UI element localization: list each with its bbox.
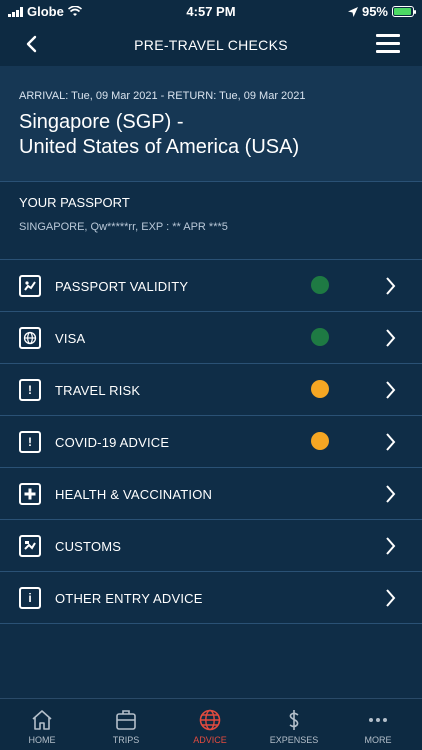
tab-more[interactable]: MORE <box>336 699 420 750</box>
visa-icon <box>19 327 41 349</box>
check-row-passport-validity[interactable]: PASSPORT VALIDITY <box>0 260 422 312</box>
route-line-2: United States of America (USA) <box>19 136 300 158</box>
battery-icon <box>392 6 416 17</box>
suitcase-icon <box>116 710 136 730</box>
travel-risk-icon: ! <box>19 379 41 401</box>
check-label: TRAVEL RISK <box>55 383 141 398</box>
more-icon <box>369 718 387 722</box>
tab-label: MORE <box>364 735 392 745</box>
check-label: CUSTOMS <box>55 539 122 554</box>
status-dot-green <box>311 328 329 346</box>
passport-section[interactable]: YOUR PASSPORT SINGAPORE, Qw*****rr, EXP … <box>0 183 422 260</box>
status-dot-amber <box>311 380 329 398</box>
nav-bar: PRE-TRAVEL CHECKS <box>0 24 422 66</box>
dollar-icon <box>289 710 299 730</box>
battery-percent: 95% <box>361 4 388 19</box>
status-right: 95% <box>347 4 416 19</box>
tab-bar: HOME TRIPS ADVICE EXPENSES MORE <box>0 698 422 750</box>
check-label: COVID-19 ADVICE <box>55 435 170 450</box>
tab-trips[interactable]: TRIPS <box>84 699 168 750</box>
globe-icon <box>199 709 221 731</box>
chevron-right-icon <box>386 381 396 399</box>
trip-summary: ARRIVAL: Tue, 09 Mar 2021 - RETURN: Tue,… <box>0 66 422 182</box>
covid-advice-icon: ! <box>19 431 41 453</box>
location-arrow-icon <box>347 6 358 17</box>
health-icon <box>19 483 41 505</box>
page-title: PRE-TRAVEL CHECKS <box>134 37 288 53</box>
passport-validity-icon <box>19 275 41 297</box>
home-icon <box>32 710 52 730</box>
customs-icon <box>19 535 41 557</box>
chevron-right-icon <box>386 485 396 503</box>
check-row-travel-risk[interactable]: ! TRAVEL RISK <box>0 364 422 416</box>
tab-label: EXPENSES <box>269 735 319 745</box>
status-dot-amber <box>311 432 329 450</box>
chevron-right-icon <box>386 589 396 607</box>
hamburger-menu-icon[interactable] <box>376 34 400 56</box>
tab-expenses[interactable]: EXPENSES <box>252 699 336 750</box>
check-row-health-vaccination[interactable]: HEALTH & VACCINATION <box>0 468 422 520</box>
tab-label: TRIPS <box>112 735 140 745</box>
tab-label: HOME <box>28 735 56 745</box>
status-dot-green <box>311 276 329 294</box>
tab-advice[interactable]: ADVICE <box>168 699 252 750</box>
check-list: PASSPORT VALIDITY VISA ! TRAVEL RISK ! C… <box>0 260 422 624</box>
trip-dates: ARRIVAL: Tue, 09 Mar 2021 - RETURN: Tue,… <box>19 90 306 102</box>
check-label: OTHER ENTRY ADVICE <box>55 591 203 606</box>
chevron-right-icon <box>386 537 396 555</box>
chevron-right-icon <box>386 329 396 347</box>
route-line-1: Singapore (SGP) - <box>19 111 184 133</box>
check-row-visa[interactable]: VISA <box>0 312 422 364</box>
status-bar: Globe 4:57 PM 95% <box>0 0 422 24</box>
trip-route: Singapore (SGP) - United States of Ameri… <box>19 110 299 160</box>
check-row-customs[interactable]: CUSTOMS <box>0 520 422 572</box>
check-row-other-entry-advice[interactable]: i OTHER ENTRY ADVICE <box>0 572 422 624</box>
chevron-right-icon <box>386 433 396 451</box>
check-label: PASSPORT VALIDITY <box>55 279 189 294</box>
check-label: VISA <box>55 331 86 346</box>
tab-home[interactable]: HOME <box>0 699 84 750</box>
info-icon: i <box>19 587 41 609</box>
check-row-covid-advice[interactable]: ! COVID-19 ADVICE <box>0 416 422 468</box>
check-label: HEALTH & VACCINATION <box>55 487 213 502</box>
passport-heading: YOUR PASSPORT <box>19 195 130 210</box>
passport-details: SINGAPORE, Qw*****rr, EXP : ** APR ***5 <box>19 221 228 233</box>
chevron-right-icon <box>386 277 396 295</box>
tab-label: ADVICE <box>193 735 227 745</box>
